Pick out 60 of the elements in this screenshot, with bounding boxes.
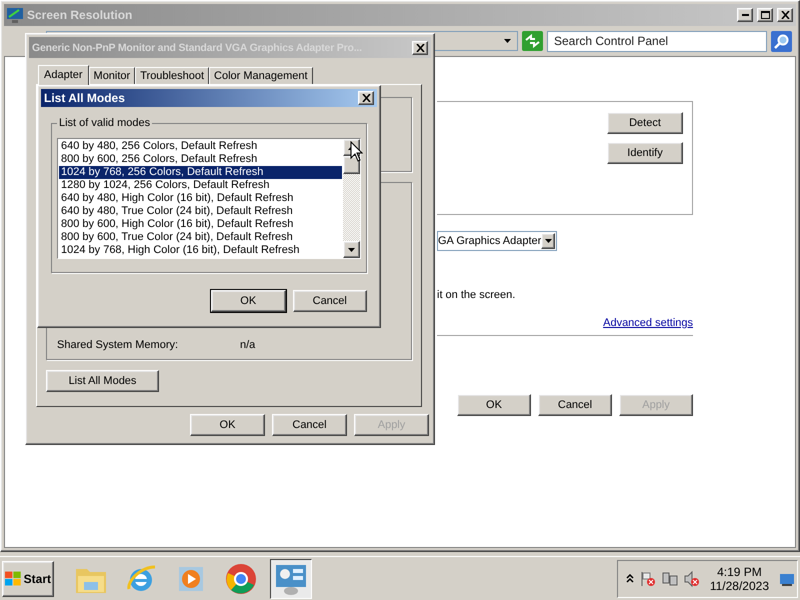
dialog-button[interactable]: OK <box>190 414 265 436</box>
flag-icon[interactable] <box>640 570 656 586</box>
tab[interactable]: Adapter <box>38 65 89 85</box>
identify-button[interactable]: Identify <box>607 142 683 164</box>
advanced-settings-link[interactable]: Advanced settings <box>603 317 693 329</box>
search-icon[interactable] <box>771 30 792 52</box>
minimize-button[interactable] <box>737 8 753 22</box>
muted-speaker-icon[interactable] <box>684 570 700 586</box>
tab[interactable]: Monitor <box>88 67 136 84</box>
clock-date: 11/28/2023 <box>710 578 769 592</box>
mode-item[interactable]: 640 by 480, True Color (24 bit), Default Refresh <box>59 205 342 218</box>
mode-item[interactable]: 640 by 480, 256 Colors, Default Refresh <box>59 140 342 153</box>
start-button[interactable]: Start <box>2 560 54 596</box>
hint-text: it on the screen. <box>437 289 516 301</box>
group-label: List of valid modes <box>57 117 152 129</box>
mode-item[interactable]: 1024 by 768, High Color (16 bit), Default Refresh <box>59 244 342 257</box>
tab[interactable]: Troubleshoot <box>135 67 210 84</box>
close-icon <box>780 11 790 19</box>
info-label: Shared System Memory: <box>57 339 180 351</box>
close-icon <box>362 94 370 102</box>
mode-item[interactable]: 1280 by 1024, 256 Colors, Default Refresh <box>59 179 342 192</box>
detect-button[interactable]: Detect <box>607 112 683 134</box>
dialog-button[interactable]: OK <box>457 394 531 416</box>
chevron-up-icon[interactable] <box>626 574 634 583</box>
mode-item[interactable]: 640 by 480, High Color (16 bit), Default Refresh <box>59 192 342 205</box>
down-arrow-icon <box>348 248 355 252</box>
dialog-title: List All Modes <box>44 91 126 105</box>
clock-time: 4:19 PM <box>717 564 762 578</box>
maximize-icon <box>760 11 770 19</box>
minimize-icon <box>742 14 748 16</box>
dialog-button[interactable]: OK <box>211 290 286 312</box>
network-icon[interactable] <box>662 570 678 586</box>
down-arrow-icon <box>504 39 511 43</box>
refresh-icon[interactable] <box>522 31 543 51</box>
adapter-dropdown[interactable]: GA Graphics Adapter <box>437 231 557 251</box>
taskbar-app-button[interactable] <box>270 558 312 598</box>
scroll-down-button[interactable] <box>343 241 360 258</box>
scrollbar-track[interactable] <box>343 139 360 258</box>
windows-logo-icon <box>5 570 22 586</box>
dialog-button[interactable]: Cancel <box>272 414 347 436</box>
close-button[interactable] <box>777 8 793 22</box>
close-icon <box>416 44 424 52</box>
mode-item[interactable]: 800 by 600, True Color (24 bit), Default Refresh <box>59 231 342 244</box>
scroll-thumb[interactable] <box>343 156 360 174</box>
mode-item[interactable]: 800 by 600, 256 Colors, Default Refresh <box>59 153 342 166</box>
list-all-modes-button[interactable]: List All Modes <box>46 370 159 392</box>
maximize-button[interactable] <box>757 8 773 22</box>
window-title: Screen Resolution <box>27 8 134 22</box>
mode-item[interactable]: 800 by 600, High Color (16 bit), Default Refresh <box>59 218 342 231</box>
search-field[interactable]: Search Control Panel <box>547 30 767 52</box>
info-value: n/a <box>240 339 256 351</box>
close-button[interactable] <box>358 91 374 105</box>
mode-item[interactable]: 1024 by 768, 256 Colors, Default Refresh <box>59 166 342 179</box>
close-button[interactable] <box>412 40 428 54</box>
down-arrow-icon <box>544 239 552 243</box>
round-browser-icon <box>225 562 257 594</box>
dialog-button[interactable]: Cancel <box>292 290 367 312</box>
monitor-icon <box>7 8 23 22</box>
dialog-button[interactable]: Cancel <box>538 394 612 416</box>
tab[interactable]: Color Management <box>209 67 313 84</box>
